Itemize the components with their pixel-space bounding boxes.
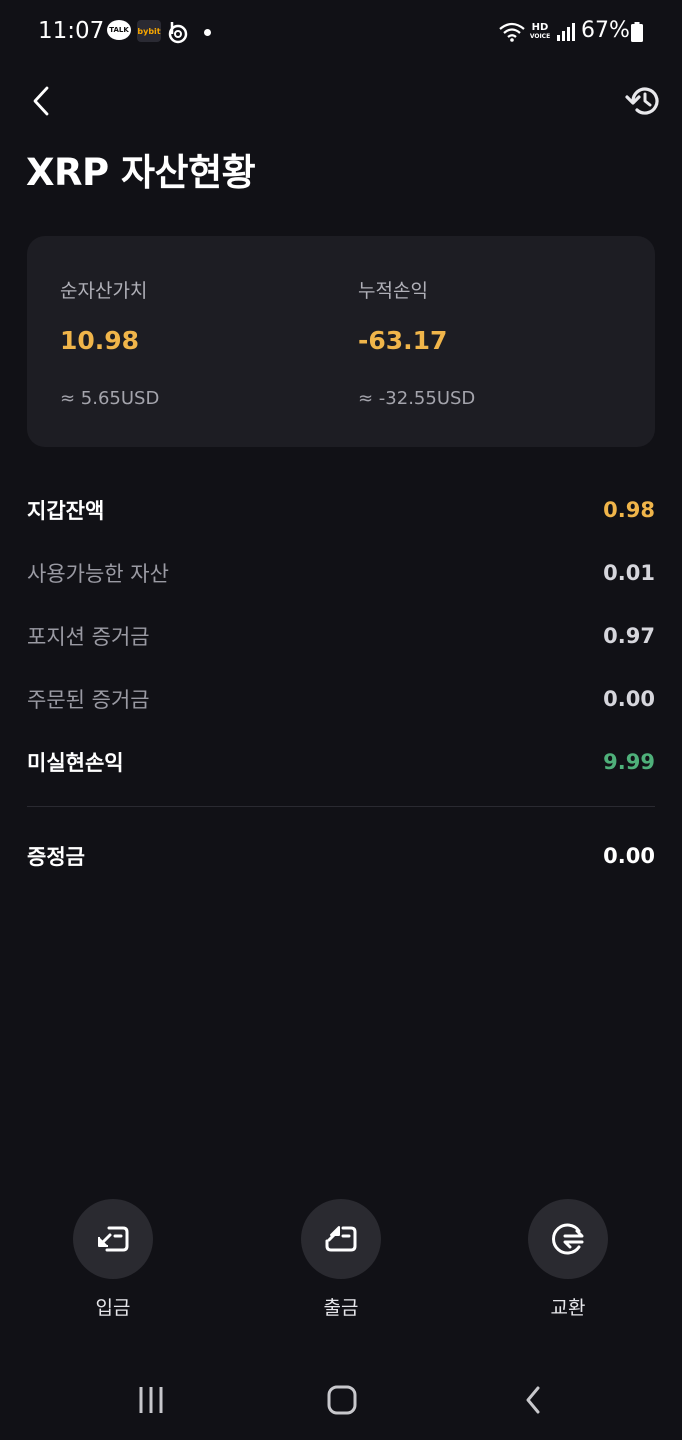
system-back-button[interactable] [503,1378,563,1422]
system-nav-bar [0,1364,682,1440]
asset-summary-card: 순자산가치 10.98 ≈ 5.65USD 누적손익 -63.17 ≈ -32.… [27,236,655,447]
recent-apps-button[interactable] [121,1378,181,1422]
row-label: 미실현손익 [27,750,124,775]
history-icon [625,87,659,115]
page-title: XRP 자산현황 [26,151,256,194]
deposit-label: 입금 [95,1297,131,1319]
signal-icon [556,20,576,44]
bonus-value: 0.00 [603,844,655,868]
battery-percent: 67% [581,18,630,43]
order-margin-row: 주문된 증거금 0.00 [27,667,655,730]
bybit-icon: bybit [137,20,161,42]
divider [27,806,655,807]
pnl-label: 누적손익 [358,280,428,302]
kakaotalk-icon: TALK [107,20,131,40]
home-button[interactable] [312,1378,372,1422]
hd-label: HD [531,22,549,33]
withdraw-button[interactable]: 출금 [281,1199,401,1320]
row-value: 0.00 [603,686,655,711]
hd-voice-icon: HD VOICE [528,20,552,44]
back-icon [526,1386,540,1414]
row-value: 9.99 [603,749,655,774]
row-value: 0.01 [603,560,655,585]
convert-button[interactable]: 교환 [508,1199,628,1320]
deposit-button[interactable]: 입금 [53,1199,173,1320]
back-button[interactable] [24,82,58,120]
convert-circle[interactable] [528,1199,608,1279]
withdraw-label: 출금 [323,1297,359,1319]
available-balance-row: 사용가능한 자산 0.01 [27,541,655,604]
home-icon [327,1385,357,1415]
row-value: 0.98 [603,497,655,522]
voice-label: VOICE [529,33,551,40]
row-label: 사용가능한 자산 [27,561,169,586]
bonus-row: 증정금 0.00 [27,826,655,886]
position-margin-row: 포지션 증거금 0.97 [27,604,655,667]
b-app-icon [167,20,189,44]
pnl-usd: ≈ -32.55USD [358,388,476,409]
row-value: 0.97 [603,623,655,648]
net-asset-usd: ≈ 5.65USD [60,388,160,409]
status-time: 11:07 [38,18,105,44]
bonus-label: 증정금 [27,845,85,869]
net-asset-label: 순자산가치 [60,280,148,302]
balance-list: 지갑잔액 0.98 사용가능한 자산 0.01 포지션 증거금 0.97 주문된… [27,478,655,793]
status-bar: 11:07 TALK bybit HD VOICE 67% [0,0,682,64]
deposit-circle[interactable] [73,1199,153,1279]
withdraw-circle[interactable] [301,1199,381,1279]
wallet-balance-row: 지갑잔액 0.98 [27,478,655,541]
recent-apps-icon [139,1387,163,1413]
pnl-value: -63.17 [358,326,448,355]
row-label: 주문된 증거금 [27,687,150,712]
convert-label: 교환 [550,1297,586,1319]
withdraw-icon [325,1226,357,1252]
row-label: 포지션 증거금 [27,624,150,649]
battery-icon [631,22,643,42]
history-button[interactable] [622,80,664,122]
chevron-left-icon [33,86,49,116]
unrealized-pnl-row: 미실현손익 9.99 [27,730,655,793]
net-asset-value: 10.98 [60,326,140,355]
convert-icon [552,1223,584,1255]
notification-dot-icon [204,29,211,36]
wifi-icon [498,20,526,44]
row-label: 지갑잔액 [27,498,105,523]
deposit-icon [98,1226,129,1252]
